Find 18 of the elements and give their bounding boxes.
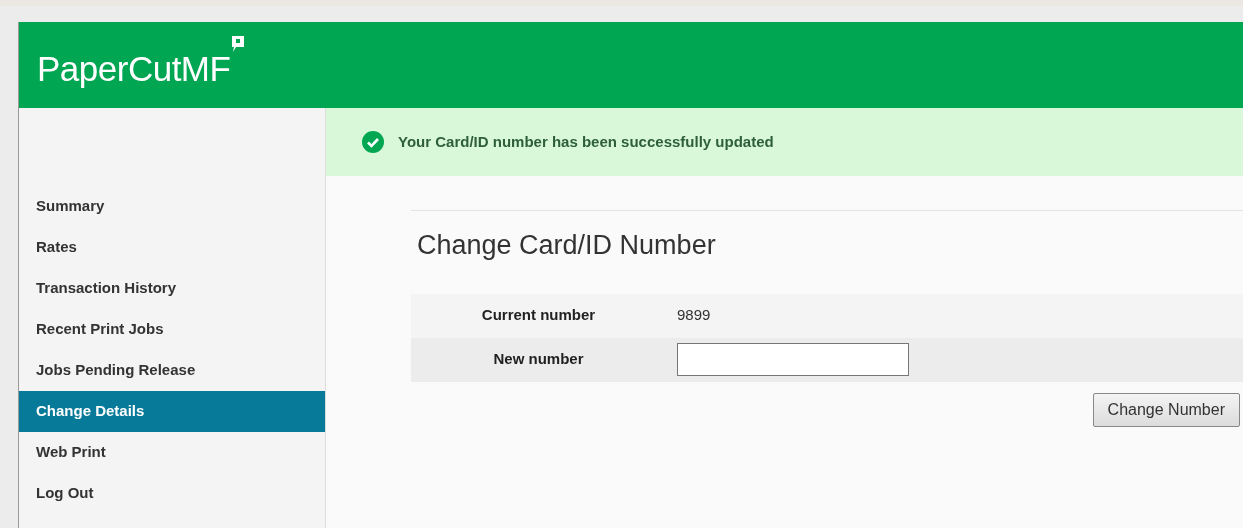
sidebar-item[interactable]: Jobs Pending Release bbox=[19, 350, 325, 391]
sidebar-item[interactable]: Recent Print Jobs bbox=[19, 309, 325, 350]
check-circle-icon bbox=[362, 131, 384, 153]
sidebar-item[interactable]: Web Print bbox=[19, 432, 325, 473]
field-label: New number bbox=[492, 349, 585, 370]
sidebar-item[interactable]: Transaction History bbox=[19, 268, 325, 309]
speech-bubble-icon bbox=[231, 34, 246, 53]
current-number: 9899 bbox=[677, 305, 711, 326]
sidebar-item[interactable]: Summary bbox=[19, 186, 325, 227]
field-label: Current number bbox=[480, 305, 597, 326]
new-number-field[interactable] bbox=[677, 343, 909, 376]
logo: PaperCutMF bbox=[37, 47, 231, 90]
sidebar-item[interactable]: Rates bbox=[19, 227, 325, 268]
page-title: Change Card/ID Number bbox=[416, 229, 717, 262]
success-message: Your Card/ID number has been successfully updated bbox=[398, 131, 774, 152]
sidebar-item[interactable]: Change Details bbox=[19, 391, 325, 432]
change-number-button[interactable]: Change Number bbox=[1092, 392, 1240, 427]
sidebar-item[interactable]: Log Out bbox=[19, 473, 325, 514]
